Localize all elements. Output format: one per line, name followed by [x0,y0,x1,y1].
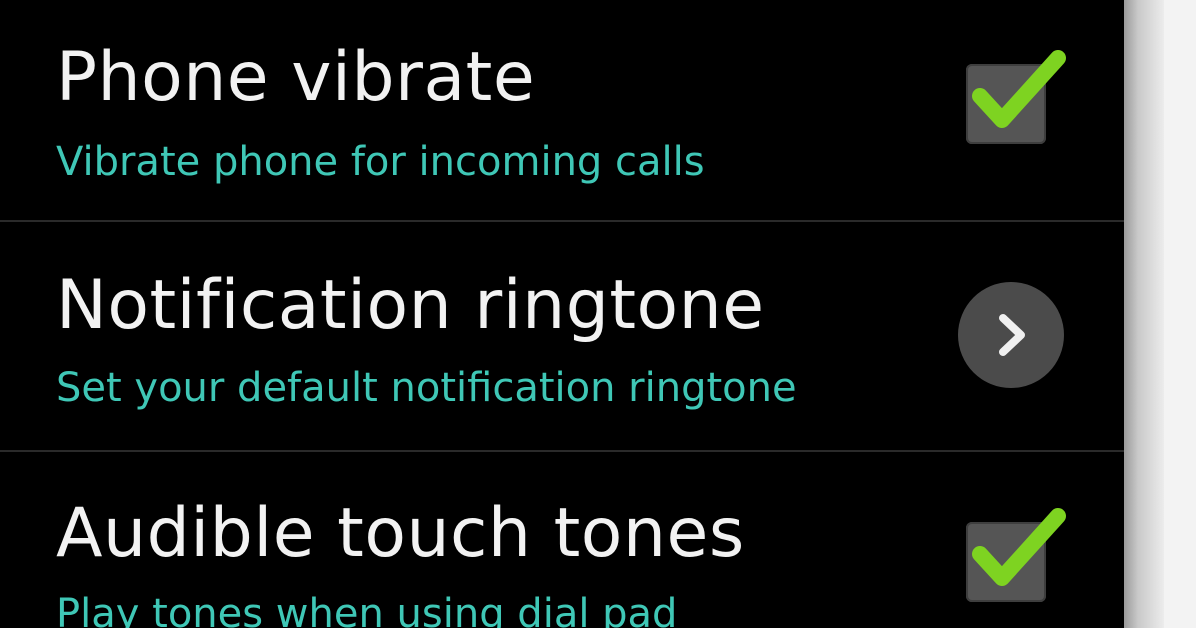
chevron-right-icon [999,314,1025,356]
setting-notification-ringtone[interactable]: Notification ringtone Set your default n… [0,222,1124,450]
checkmark-icon [972,508,1066,586]
notification-ringtone-button[interactable] [958,282,1064,388]
setting-summary: Set your default notification ringtone [56,365,797,411]
screen-edge-shadow [1124,0,1164,628]
setting-title: Audible touch tones [56,494,745,573]
setting-audible-touch-tones[interactable]: Audible touch tones Play tones when usin… [0,452,1124,628]
setting-summary: Vibrate phone for incoming calls [56,139,705,185]
setting-phone-vibrate[interactable]: Phone vibrate Vibrate phone for incoming… [0,0,1124,220]
audible-touch-tones-checkbox[interactable] [966,508,1066,602]
phone-vibrate-checkbox[interactable] [966,50,1066,144]
setting-summary: Play tones when using dial pad [56,591,678,628]
settings-screen: Phone vibrate Vibrate phone for incoming… [0,0,1124,628]
checkmark-icon [972,50,1066,128]
setting-title: Notification ringtone [56,266,765,345]
setting-title: Phone vibrate [56,38,536,117]
